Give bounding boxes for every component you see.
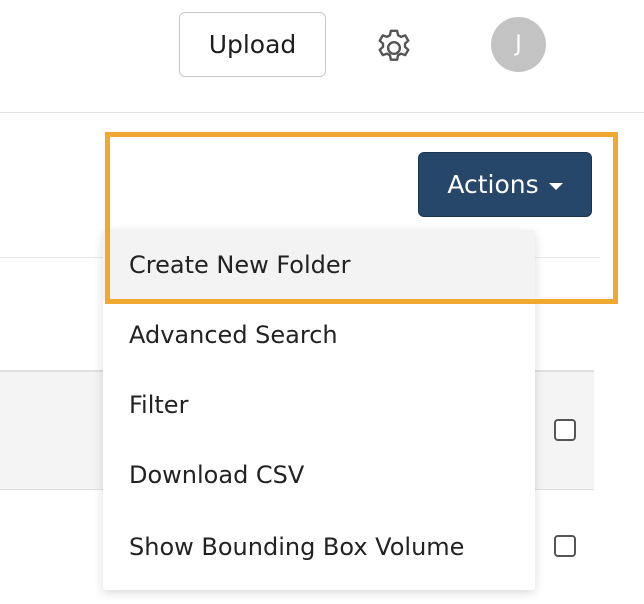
menu-item-show-bounding-box-volume[interactable]: Show Bounding Box Volume xyxy=(103,512,535,582)
gear-icon[interactable] xyxy=(372,26,416,70)
menu-item-advanced-search[interactable]: Advanced Search xyxy=(103,300,535,370)
row-checkbox[interactable] xyxy=(554,419,576,441)
top-bar: Upload J xyxy=(0,0,644,113)
actions-dropdown-menu: Create New Folder Advanced Search Filter… xyxy=(103,230,535,590)
actions-button[interactable]: Actions xyxy=(418,152,592,217)
caret-down-icon xyxy=(548,182,563,190)
menu-item-create-new-folder[interactable]: Create New Folder xyxy=(103,230,535,300)
actions-button-label: Actions xyxy=(447,170,539,199)
page: Upload J Actions Create New Folder Advan… xyxy=(0,0,644,604)
row-checkbox[interactable] xyxy=(554,535,576,557)
avatar[interactable]: J xyxy=(491,17,546,72)
menu-item-filter[interactable]: Filter xyxy=(103,370,535,440)
menu-item-download-csv[interactable]: Download CSV xyxy=(103,440,535,510)
upload-button[interactable]: Upload xyxy=(179,12,326,77)
